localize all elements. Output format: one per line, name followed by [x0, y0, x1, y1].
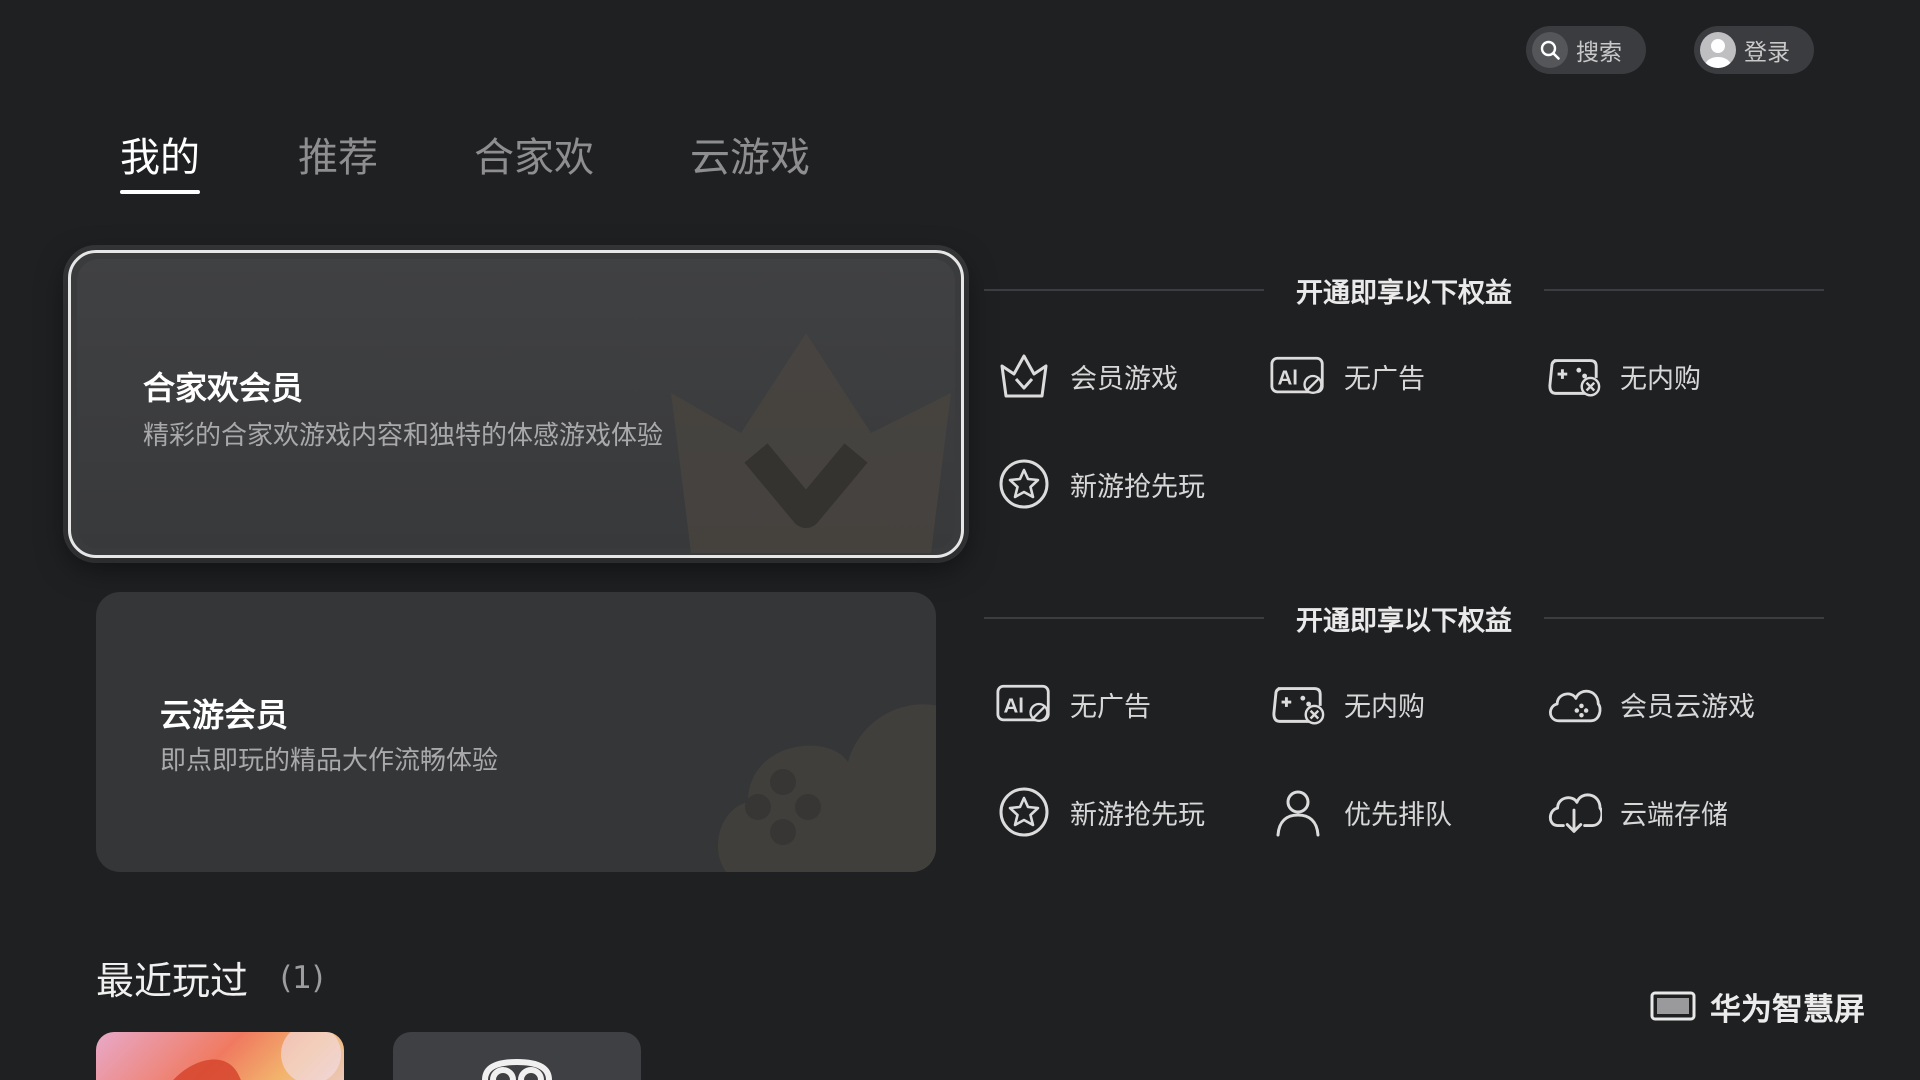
benefits-heading: 开通即享以下权益: [984, 598, 1824, 638]
crown-icon: [671, 333, 951, 553]
cloud-download-icon: [1546, 784, 1602, 840]
tab-mine[interactable]: 我的: [120, 130, 200, 194]
brand-logo: 华为智慧屏: [1650, 984, 1865, 1029]
benefit-item: 新游抢先玩: [996, 784, 1205, 840]
no-ad-icon: Al: [996, 676, 1052, 732]
benefit-label: 无内购: [1620, 363, 1701, 395]
tab-recommend[interactable]: 推荐: [298, 130, 378, 186]
login-button[interactable]: 登录: [1694, 26, 1814, 74]
tab-bar: 我的 推荐 合家欢 云游戏: [120, 130, 810, 194]
brand-label: 华为智慧屏: [1710, 992, 1865, 1028]
tab-family[interactable]: 合家欢: [474, 130, 594, 186]
search-icon: [1532, 32, 1568, 68]
gamepad-icon: [482, 1058, 552, 1080]
game-art: [173, 1032, 341, 1080]
divider: [984, 617, 1264, 619]
recent-game-thumbnail[interactable]: [96, 1032, 344, 1080]
benefit-label: 云端存储: [1620, 799, 1728, 831]
benefit-item: 会员游戏: [996, 348, 1178, 404]
recent-title: 最近玩过: [96, 959, 249, 1003]
crown-icon: [996, 348, 1052, 404]
card-description: 即点即玩的精品大作流畅体验: [160, 746, 499, 776]
benefit-item: Al 无广告: [996, 676, 1151, 732]
search-label: 搜索: [1576, 40, 1622, 66]
avatar-icon: [1700, 32, 1736, 68]
login-label: 登录: [1744, 40, 1790, 66]
benefit-label: 会员游戏: [1070, 363, 1178, 395]
tab-cloud-games[interactable]: 云游戏: [690, 130, 810, 186]
benefit-item: 云端存储: [1546, 784, 1728, 840]
benefit-label: 无广告: [1344, 363, 1425, 395]
benefit-label: 会员云游戏: [1620, 691, 1755, 723]
benefit-item: 会员云游戏: [1546, 676, 1755, 732]
benefit-item: 优先排队: [1270, 784, 1452, 840]
benefit-item: 无内购: [1270, 676, 1425, 732]
card-title: 合家欢会员: [143, 369, 304, 407]
game-thumbnail-placeholder[interactable]: [393, 1032, 641, 1080]
benefits-heading: 开通即享以下权益: [984, 270, 1824, 310]
no-ad-icon: Al: [1270, 348, 1326, 404]
benefit-label: 新游抢先玩: [1070, 471, 1205, 503]
benefit-label: 无内购: [1344, 691, 1425, 723]
cloud-gamepad-icon: [718, 704, 936, 872]
recent-count: (1): [280, 960, 324, 996]
star-circle-icon: [996, 456, 1052, 512]
family-membership-card[interactable]: 合家欢会员 精彩的合家欢游戏内容和独特的体感游戏体验: [68, 250, 964, 558]
benefit-item: 新游抢先玩: [996, 456, 1205, 512]
benefit-label: 新游抢先玩: [1070, 799, 1205, 831]
tv-icon: [1650, 991, 1696, 1020]
benefits-heading-text: 开通即享以下权益: [1296, 277, 1512, 309]
svg-text:Al: Al: [1003, 694, 1024, 717]
benefit-item: Al 无广告: [1270, 348, 1425, 404]
star-circle-icon: [996, 784, 1052, 840]
no-purchase-gamepad-icon: [1270, 676, 1326, 732]
divider: [1544, 617, 1824, 619]
benefit-item: 无内购: [1546, 348, 1701, 404]
cloud-membership-card[interactable]: 云游会员 即点即玩的精品大作流畅体验: [96, 592, 936, 872]
divider: [984, 289, 1264, 291]
no-purchase-gamepad-icon: [1546, 348, 1602, 404]
benefits-heading-text: 开通即享以下权益: [1296, 605, 1512, 637]
divider: [1544, 289, 1824, 291]
search-button[interactable]: 搜索: [1526, 26, 1646, 74]
svg-text:Al: Al: [1277, 366, 1298, 389]
card-title: 云游会员: [160, 696, 289, 734]
card-description: 精彩的合家欢游戏内容和独特的体感游戏体验: [143, 421, 664, 451]
benefit-label: 优先排队: [1344, 799, 1452, 831]
benefit-label: 无广告: [1070, 691, 1151, 723]
cloud-gamepad-icon: [1546, 676, 1602, 732]
person-icon: [1270, 784, 1326, 840]
